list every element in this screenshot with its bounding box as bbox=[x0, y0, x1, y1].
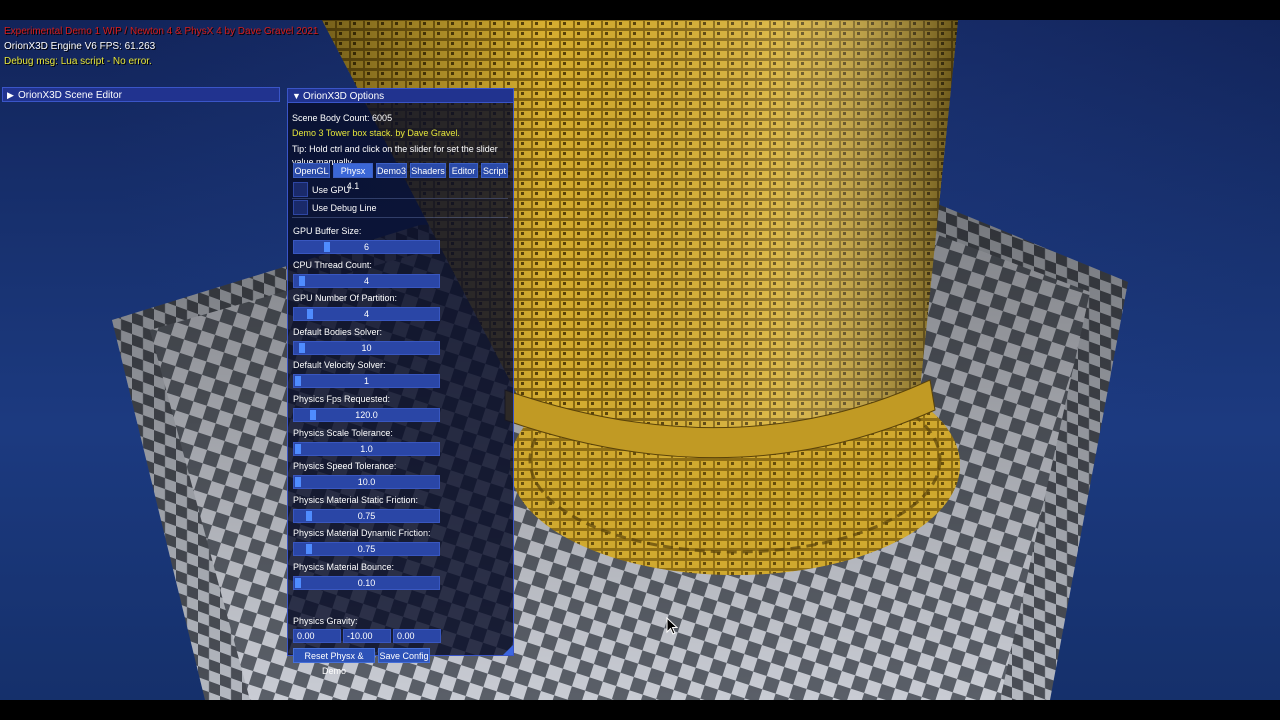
use-gpu-row: Use GPU bbox=[292, 182, 508, 199]
gravity-y-field[interactable]: -10.00 bbox=[343, 629, 391, 643]
save-config-button[interactable]: Save Config bbox=[378, 648, 430, 663]
slider-block: Default Velocity Solver: 1 bbox=[292, 359, 508, 393]
slider-value: 4 bbox=[363, 275, 369, 286]
slider-block: Physics Fps Requested: 120.0 bbox=[292, 393, 508, 427]
hud-title-line: Experimental Demo 1 WIP / Newton 4 & Phy… bbox=[4, 26, 319, 37]
use-gpu-label: Use GPU bbox=[312, 185, 351, 195]
slider-value: 10.0 bbox=[357, 477, 376, 488]
use-debug-line-checkbox[interactable] bbox=[293, 200, 308, 215]
slider-block: Physics Speed Tolerance: 10.0 bbox=[292, 460, 508, 494]
slider-track[interactable]: 4 bbox=[293, 307, 440, 322]
collapsed-arrow-icon[interactable]: ▶ bbox=[7, 88, 18, 103]
slider-block: GPU Number Of Partition: 4 bbox=[292, 292, 508, 326]
gravity-z-field[interactable]: 0.00 bbox=[393, 629, 441, 643]
slider-track[interactable]: 4 bbox=[293, 273, 440, 288]
slider-value: 0.10 bbox=[357, 578, 376, 588]
slider-label: CPU Thread Count: bbox=[293, 259, 372, 270]
use-debug-line-label: Use Debug Line bbox=[312, 203, 377, 213]
slider-block: Physics Material Dynamic Friction: 0.75 bbox=[292, 527, 508, 561]
tab-script[interactable]: Script bbox=[481, 163, 508, 178]
reset-physx-demo-button[interactable]: Reset Physx & Demo bbox=[293, 648, 375, 676]
slider-label: GPU Buffer Size: bbox=[293, 226, 362, 236]
scene-editor-title: OrionX3D Scene Editor bbox=[18, 90, 122, 101]
hud-fps-line: OrionX3D Engine V6 FPS: 61.263 bbox=[4, 41, 156, 52]
slider-track[interactable]: 1.0 bbox=[293, 441, 440, 456]
tab-editor[interactable]: Editor bbox=[449, 163, 478, 178]
slider-block: Physics Scale Tolerance: 1.0 bbox=[292, 427, 508, 461]
slider-track[interactable]: 120.0 bbox=[293, 408, 440, 422]
gravity-x-field[interactable]: 0.00 bbox=[293, 629, 341, 643]
hud-debug-line: Debug msg: Lua script - No error. bbox=[4, 56, 152, 67]
tab-physx[interactable]: Physx 4.1 bbox=[333, 163, 373, 191]
slider-value: 6 bbox=[363, 242, 369, 252]
slider-track[interactable]: 6 bbox=[293, 240, 440, 254]
slider-label: Physics Material Dynamic Friction: bbox=[293, 528, 431, 539]
physics-scene bbox=[112, 20, 1128, 700]
slider-value: 10 bbox=[361, 342, 372, 353]
slider-value: 4 bbox=[363, 309, 369, 320]
body-count-text: Scene Body Count: 6005 bbox=[292, 113, 393, 123]
slider-block: Physics Material Bounce: 0.10 bbox=[292, 561, 508, 595]
resize-grip[interactable] bbox=[503, 645, 513, 655]
slider-track[interactable]: 0.75 bbox=[293, 508, 440, 523]
scene-editor-header[interactable]: ▶ OrionX3D Scene Editor bbox=[2, 87, 280, 102]
expanded-arrow-icon[interactable]: ▼ bbox=[292, 89, 303, 104]
demo-description-text: Demo 3 Tower box stack. by Dave Gravel. bbox=[292, 128, 460, 138]
slider-value: 1 bbox=[363, 376, 369, 387]
slider-label: GPU Number Of Partition: bbox=[293, 293, 398, 304]
slider-block: Default Bodies Solver: 10 bbox=[292, 326, 508, 360]
use-debug-line-row: Use Debug Line bbox=[292, 200, 508, 217]
slider-value: 1.0 bbox=[360, 443, 373, 454]
slider-label: Physics Scale Tolerance: bbox=[293, 427, 393, 438]
tab-demo3[interactable]: Demo3 bbox=[376, 163, 407, 178]
slider-label: Physics Fps Requested: bbox=[293, 394, 391, 404]
mouse-pointer-icon bbox=[666, 617, 678, 635]
options-window-title: OrionX3D Options bbox=[303, 91, 385, 102]
slider-block: GPU Buffer Size: 6 bbox=[292, 225, 508, 259]
tab-shaders[interactable]: Shaders bbox=[410, 163, 446, 178]
slider-track[interactable]: 0.75 bbox=[293, 542, 440, 557]
slider-track[interactable]: 1 bbox=[293, 374, 440, 389]
slider-track[interactable]: 10.0 bbox=[293, 475, 440, 490]
tab-opengl[interactable]: OpenGL bbox=[293, 163, 330, 178]
gravity-label: Physics Gravity: bbox=[293, 616, 358, 626]
slider-track[interactable]: 0.10 bbox=[293, 576, 440, 590]
options-window-header[interactable]: ▼ OrionX3D Options bbox=[287, 88, 514, 103]
slider-track[interactable]: 10 bbox=[293, 340, 440, 355]
slider-label: Default Bodies Solver: bbox=[293, 326, 383, 337]
slider-label: Physics Material Static Friction: bbox=[293, 494, 419, 505]
3d-viewport[interactable] bbox=[0, 20, 1280, 700]
slider-value: 0.75 bbox=[357, 544, 376, 555]
slider-block: Physics Material Static Friction: 0.75 bbox=[292, 494, 508, 528]
use-gpu-checkbox[interactable] bbox=[293, 182, 308, 197]
options-tab-bar: OpenGL Physx 4.1 Demo3 Shaders Editor Sc… bbox=[292, 163, 508, 191]
slider-value: 0.75 bbox=[357, 510, 376, 521]
options-window: ▼ OrionX3D Options Scene Body Count: 6005… bbox=[287, 88, 514, 676]
slider-label: Physics Speed Tolerance: bbox=[293, 461, 397, 472]
slider-label: Default Velocity Solver: bbox=[293, 360, 386, 371]
slider-label: Physics Material Bounce: bbox=[293, 562, 395, 572]
slider-value: 120.0 bbox=[355, 410, 378, 420]
slider-block: CPU Thread Count: 4 bbox=[292, 259, 508, 293]
